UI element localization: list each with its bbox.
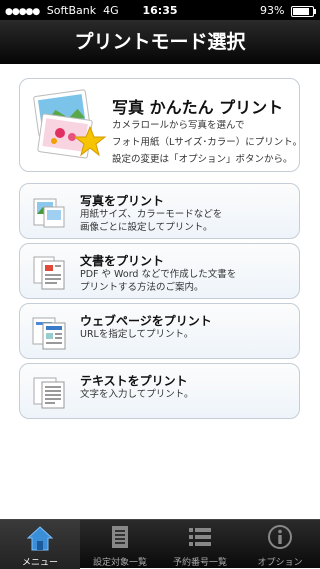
card-title: テキストをプリント xyxy=(80,374,188,388)
tab-bar: メニュー 設定対象一覧 予約番号一覧 オプション xyxy=(0,519,320,569)
status-bar: ●●●●● SoftBank 4G 16:35 93% xyxy=(0,0,320,20)
tab-menu[interactable]: メニュー xyxy=(0,520,80,569)
quick-photo-print-button[interactable]: 写真 かんたん プリント カメラロールから写真を選んで フォト用紙（Lサイズ･カ… xyxy=(19,78,303,172)
battery-percent: 93% xyxy=(260,4,285,17)
navigation-bar: プリントモード選択 xyxy=(0,20,320,64)
battery-icon xyxy=(291,5,316,17)
document-list-icon xyxy=(112,526,128,548)
card-description: カメラロールから写真を選んで フォト用紙（Lサイズ･カラー）にプリント。 設定の… xyxy=(112,120,303,165)
photos-star-icon xyxy=(33,89,107,159)
webpage-print-button[interactable]: ウェブページをプリント URLを指定してプリント。 xyxy=(19,303,300,359)
card-description: 用紙サイズ、カラーモードなどを 画像ごとに設定してプリント。 xyxy=(80,209,223,233)
card-description: PDF や Word などで作成した文書を プリントする方法のご案内。 xyxy=(80,269,237,293)
card-description: 文字を入力してプリント。 xyxy=(80,389,194,400)
card-description: URLを指定してプリント。 xyxy=(80,329,194,340)
photo-print-icon xyxy=(33,198,65,228)
house-icon xyxy=(26,526,54,551)
text-icon xyxy=(33,377,65,409)
card-title: 写真 かんたん プリント xyxy=(112,98,284,117)
card-title: ウェブページをプリント xyxy=(80,314,212,328)
page-title: プリントモード選択 xyxy=(74,31,246,53)
card-title: 文書をプリント xyxy=(80,254,165,268)
tab-label: メニュー xyxy=(21,558,58,568)
tab-settings-list[interactable]: 設定対象一覧 xyxy=(80,520,160,569)
battery-info: 93% xyxy=(260,4,316,17)
card-title: 写真をプリント xyxy=(80,194,165,208)
info-icon xyxy=(268,525,292,549)
document-icon xyxy=(33,256,65,290)
text-print-button[interactable]: テキストをプリント 文字を入力してプリント。 xyxy=(19,363,300,419)
list-icon xyxy=(189,528,211,546)
tab-label: オプション xyxy=(257,558,303,568)
tab-label: 予約番号一覧 xyxy=(172,558,227,568)
tab-options[interactable]: オプション xyxy=(240,520,320,569)
tab-label: 設定対象一覧 xyxy=(92,558,147,568)
webpage-icon xyxy=(32,317,66,350)
document-print-button[interactable]: 文書をプリント PDF や Word などで作成した文書を プリントする方法のご… xyxy=(19,243,300,299)
photo-print-button[interactable]: 写真をプリント 用紙サイズ、カラーモードなどを 画像ごとに設定してプリント。 xyxy=(19,183,300,239)
tab-reservation-list[interactable]: 予約番号一覧 xyxy=(160,520,240,569)
